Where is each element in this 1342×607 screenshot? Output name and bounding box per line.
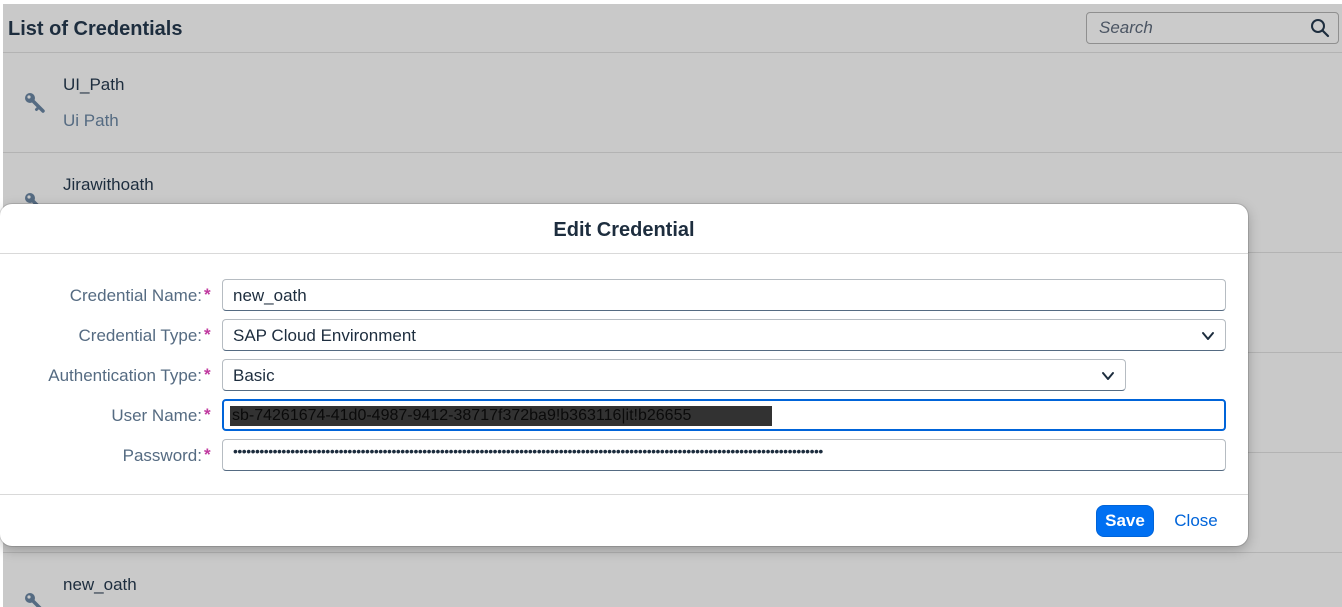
required-marker: * (204, 445, 211, 464)
key-icon (25, 93, 45, 113)
password-row: Password: * ••••••••••••••••••••••••••••… (0, 439, 1248, 473)
chevron-down-icon[interactable] (1101, 369, 1115, 383)
authentication-type-label: Authentication Type: (48, 366, 202, 385)
required-marker: * (204, 405, 211, 424)
credential-type-label: Credential Type: (78, 326, 202, 345)
credential-name-row: Credential Name: * new_oath (0, 279, 1248, 313)
credential-name-label: Credential Name: (69, 286, 202, 305)
key-icon (25, 593, 42, 607)
chevron-down-icon[interactable] (1201, 329, 1215, 343)
page-title: List of Credentials (8, 18, 183, 40)
required-marker: * (204, 365, 211, 384)
authentication-type-select[interactable]: Basic (222, 359, 1126, 391)
credential-type-row: Credential Type: * SAP Cloud Environment (0, 319, 1248, 353)
search-icon[interactable] (1310, 18, 1330, 38)
password-input[interactable]: ••••••••••••••••••••••••••••••••••••••••… (222, 439, 1226, 471)
search-field[interactable] (1086, 12, 1339, 44)
password-value: ••••••••••••••••••••••••••••••••••••••••… (233, 443, 823, 459)
list-item-title: UI_Path (63, 75, 125, 94)
credential-type-select[interactable]: SAP Cloud Environment (222, 319, 1226, 351)
credential-name-input[interactable]: new_oath (222, 279, 1226, 311)
user-name-row: User Name: * sb-74261674-41d0-4987-9412-… (0, 399, 1248, 433)
user-name-input[interactable]: sb-74261674-41d0-4987-9412-38717f372ba9!… (222, 399, 1226, 431)
page: List of Credentials UI_Path Ui Path (0, 0, 1342, 607)
list-item[interactable]: new_oath (3, 553, 1342, 607)
list-item-title: new_oath (63, 575, 137, 594)
list-item[interactable]: UI_Path Ui Path (3, 53, 1342, 153)
edit-credential-dialog: Edit Credential Credential Name: * new_o… (0, 204, 1248, 546)
dialog-header: Edit Credential (0, 204, 1248, 254)
required-marker: * (204, 285, 211, 304)
required-marker: * (204, 325, 211, 344)
password-label: Password: (122, 446, 202, 465)
close-button[interactable]: Close (1164, 505, 1228, 537)
user-name-value: sb-74261674-41d0-4987-9412-38717f372ba9!… (230, 406, 772, 426)
credential-name-value: new_oath (233, 286, 307, 305)
authentication-type-value: Basic (233, 366, 275, 385)
list-item-title: Jirawithoath (63, 175, 154, 194)
search-input[interactable] (1087, 13, 1297, 43)
save-button[interactable]: Save (1096, 505, 1154, 537)
authentication-type-row: Authentication Type: * Basic (0, 359, 1248, 393)
dialog-title: Edit Credential (553, 219, 695, 241)
credential-type-value: SAP Cloud Environment (233, 326, 417, 345)
dialog-footer: Save Close (0, 494, 1248, 546)
page-header: List of Credentials (3, 4, 1342, 53)
list-item-description: Ui Path (63, 111, 119, 130)
user-name-label: User Name: (111, 406, 202, 425)
